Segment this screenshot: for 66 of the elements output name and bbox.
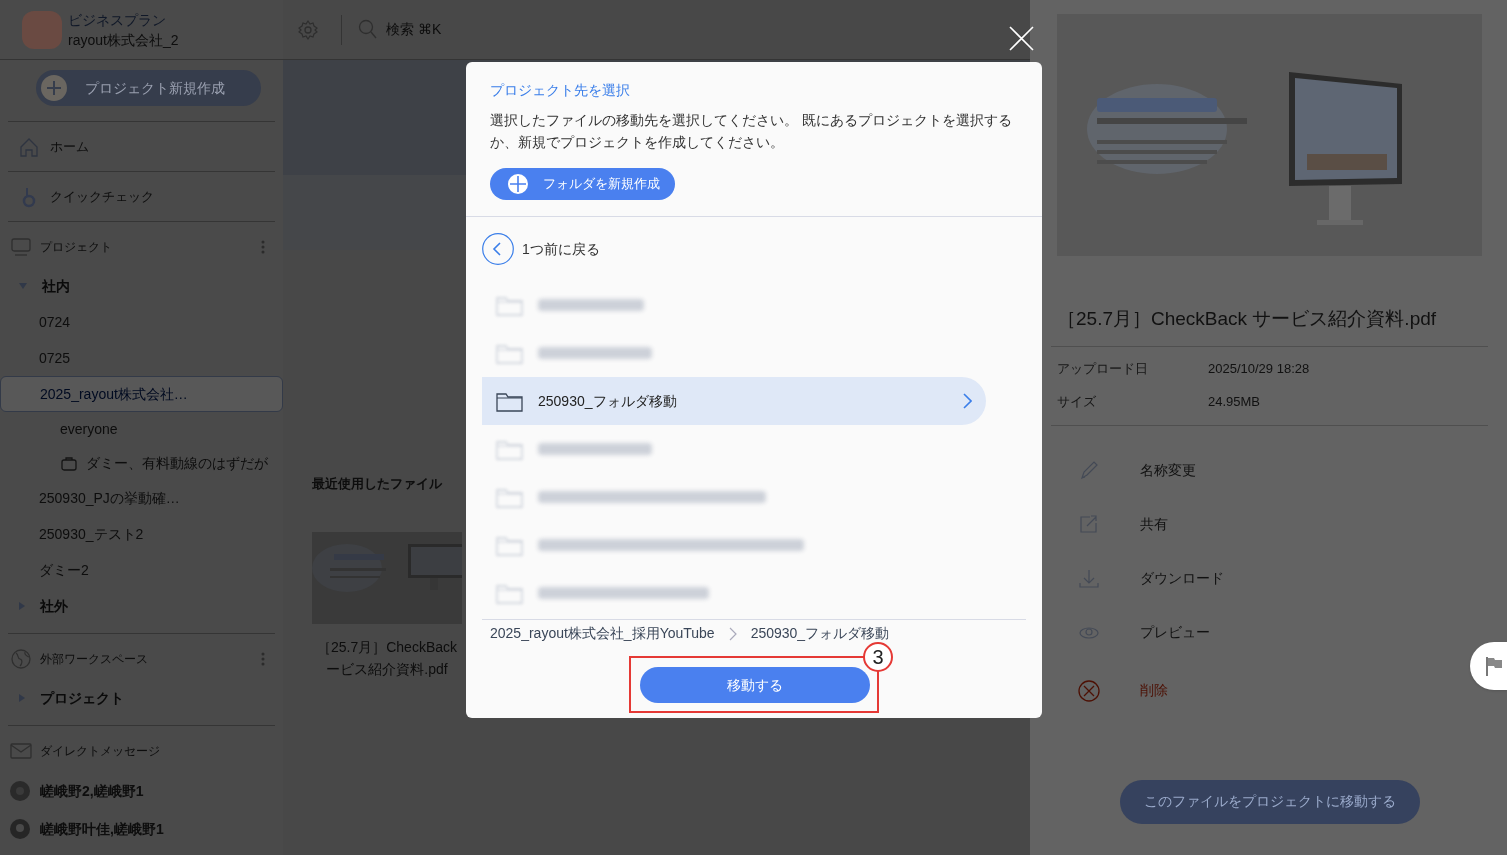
step-badge: 3 [863,642,893,672]
folder-icon [496,582,524,604]
info-value: 2025/10/29 18:28 [1208,360,1310,379]
avatar-icon [10,819,30,839]
settings-icon [297,18,319,41]
tree-item[interactable]: ダミー2 [0,552,283,588]
folder-icon [496,438,524,460]
folder-icon [496,534,524,556]
folder-icon [496,390,524,412]
tree-item[interactable]: 0724 [0,304,283,340]
folder-item[interactable]: 250930_フォルダ移動 [482,377,986,425]
dialog-title: プロジェクト先を選択 [490,81,631,100]
tree-item[interactable]: 0725 [0,340,283,376]
back-button[interactable] [482,233,514,265]
tree-item[interactable]: everyone [0,412,283,446]
tree-group[interactable]: プロジェクト [0,680,283,716]
search-field[interactable]: 検索 ⌘K [386,19,506,40]
folder-icon [496,294,524,316]
avatar-icon [10,781,30,801]
mail-icon [10,740,32,762]
section-title: 最近使用したファイル [312,475,443,493]
info-label: アップロード日 [1057,360,1149,379]
share-icon [1078,513,1100,536]
new-project-button[interactable]: プロジェクト新規作成 [36,70,261,106]
close-icon [1009,26,1034,51]
message-item[interactable]: 嵯峨野2,嵯峨野1 [0,772,283,810]
monitor-icon [10,236,32,258]
back-label[interactable]: 1つ前に戻る [522,238,600,260]
chevron-left-icon [482,233,514,265]
breadcrumb-item[interactable]: 250930_フォルダ移動 [750,623,890,644]
tree-item[interactable]: ダミー、有料動線のはずだが [0,446,283,480]
download-icon [1078,567,1100,590]
file-name: ービス紹介資料.pdf [326,659,448,679]
action-item[interactable]: ダウンロード [1057,551,1357,606]
folder-icon [496,342,524,364]
pencil-icon [1078,459,1100,482]
tree-item[interactable]: 250930_PJの挙動確… [0,480,283,516]
workspace-name[interactable]: rayout株式会社_2 [68,29,179,50]
move-button[interactable]: 移動する [640,667,870,703]
message-item[interactable]: 嵯峨野叶佳,嵯峨野1 [0,810,283,848]
move-file-button[interactable]: このファイルをプロジェクトに移動する [1120,779,1420,824]
new-folder-button[interactable]: フォルダを新規作成 [490,168,675,200]
action-item[interactable]: 共有 [1057,497,1357,552]
dialog-description: 選択したファイルの移動先を選択してください。 既にあるプロジェクトを選択するか、新規でプロジェクトを作成してください。 [490,111,1013,152]
close-button[interactable] [1009,26,1034,51]
breadcrumb-item[interactable]: 2025_rayout株式会社_採用YouTube [490,623,715,644]
workspace-logo [22,10,62,49]
search-icon [358,18,378,41]
tree-group[interactable]: 社内 [0,268,283,304]
info-label: サイズ [1057,393,1097,412]
plus-icon [41,75,67,101]
plus-icon [507,173,529,195]
flag-icon [1484,656,1503,676]
tree-item[interactable]: 250930_テスト2 [0,516,283,552]
action-item[interactable]: 削除 [1057,663,1357,718]
globe-icon [10,648,32,670]
tree-item[interactable]: 2025_rayout株式会社… [0,376,283,412]
chevron-right-icon [728,626,737,641]
file-title: ［25.7月］CheckBack サービス紹介資料.pdf [1057,307,1438,331]
delete-icon [1078,679,1100,702]
action-item[interactable]: プレビュー [1057,605,1357,660]
chevron-right-icon [962,393,972,409]
info-value: 24.95MB [1208,393,1261,412]
action-item[interactable]: 名称変更 [1057,443,1357,498]
folder-icon [496,486,524,508]
tree-group[interactable]: 社外 [0,588,283,624]
